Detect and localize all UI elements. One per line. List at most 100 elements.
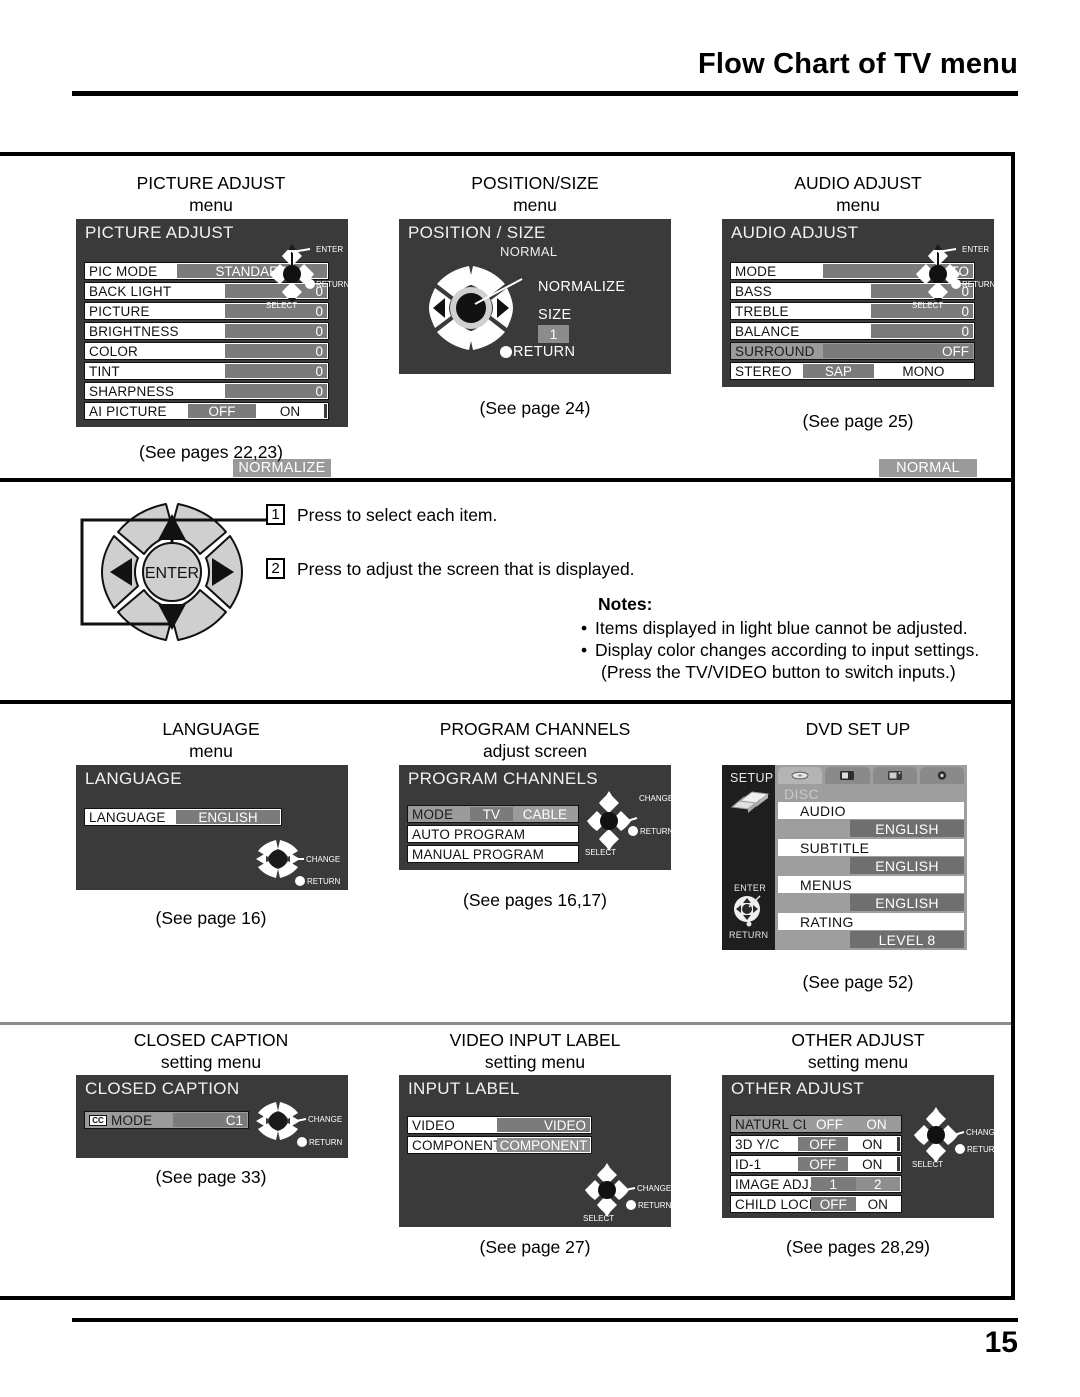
3d-yc-on[interactable]: ON — [847, 1137, 897, 1152]
row-naturl-clr[interactable]: NATURL CLR OFF ON — [730, 1115, 902, 1133]
program-mode-toggle[interactable]: TV CABLE — [470, 807, 577, 822]
child-lock-off[interactable]: OFF — [811, 1197, 856, 1212]
dvd-tab-video[interactable] — [872, 767, 917, 784]
row-child-lock[interactable]: CHILD LOCK OFF ON — [730, 1195, 902, 1213]
dvd-row-menus[interactable]: MENUS — [778, 876, 964, 893]
dpad-dvd[interactable] — [730, 895, 764, 927]
image-adj-1[interactable]: 1 — [811, 1177, 856, 1192]
dvd-tab-disc[interactable] — [778, 767, 823, 784]
dpad-closed-caption[interactable]: CHANGE RETURN — [254, 1099, 346, 1151]
dvd-row-subtitle[interactable]: SUBTITLE — [778, 839, 964, 856]
row-color-value: 0 — [225, 344, 327, 359]
dvd-tab-display[interactable] — [825, 767, 870, 784]
stereo-toggle[interactable]: SAP MONO — [803, 364, 973, 379]
child-lock-on[interactable]: ON — [855, 1197, 900, 1212]
row-input-video[interactable]: VIDEO VIDEO — [407, 1116, 592, 1134]
stereo-sap[interactable]: SAP — [803, 364, 874, 379]
row-surround[interactable]: SURROUND OFF — [730, 342, 975, 360]
osd-title: PICTURE ADJUST — [85, 223, 234, 242]
ai-picture-on[interactable]: ON — [256, 404, 324, 419]
row-balance-value: 0 — [871, 324, 973, 339]
naturl-clr-toggle[interactable]: OFF ON — [806, 1117, 900, 1132]
position-size-normalize-label[interactable]: NORMALIZE — [538, 279, 625, 295]
row-input-component[interactable]: COMPONENT COMPONENT — [407, 1136, 592, 1154]
dpad-return-label: RETURN — [309, 1138, 343, 1147]
row-language[interactable]: LANGUAGE ENGLISH — [84, 808, 282, 826]
row-sharpness[interactable]: SHARPNESS 0 — [84, 382, 329, 400]
row-cc-mode[interactable]: CC MODE C1 — [84, 1111, 249, 1129]
dpad-input-label[interactable]: CHANGE RETURN SELECT — [581, 1161, 671, 1223]
position-size-return-label: RETURN — [513, 344, 576, 360]
stereo-mono[interactable]: MONO — [873, 364, 973, 379]
naturl-clr-off[interactable]: OFF — [806, 1117, 853, 1132]
position-size-osd: POSITION / SIZE NORMAL NORMALIZE SIZE 1 … — [399, 219, 671, 374]
image-adj-2[interactable]: 2 — [855, 1177, 900, 1192]
step-1-number: 1 — [266, 504, 285, 525]
row-3d-yc[interactable]: 3D Y/C OFF ON — [730, 1135, 902, 1153]
row-stereo[interactable]: STEREO SAP MONO — [730, 362, 975, 380]
3d-yc-toggle[interactable]: OFF ON — [798, 1137, 900, 1152]
row-manual-program[interactable]: MANUAL PROGRAM — [407, 845, 579, 863]
dvd-row-subtitle-value: ENGLISH — [850, 857, 964, 874]
position-size-size-label: SIZE — [538, 307, 572, 323]
dpad-position-size[interactable] — [427, 264, 537, 354]
dpad-other-adjust[interactable]: CHANGE RETURN SELECT — [910, 1103, 994, 1171]
program-mode-cable[interactable]: CABLE — [512, 807, 577, 822]
row-surround-value: OFF — [823, 344, 973, 359]
dpad-change-label: CHANGE — [306, 855, 340, 864]
row-input-component-value: COMPONENT — [497, 1138, 590, 1153]
row-program-mode[interactable]: MODE TV CABLE — [407, 805, 579, 823]
ai-picture-off[interactable]: OFF — [188, 404, 256, 419]
row-tint[interactable]: TINT 0 — [84, 362, 329, 380]
dpad-return-label: RETURN — [307, 877, 341, 886]
dpad-program-channels[interactable]: CHANGE RETURN SELECT — [583, 787, 671, 859]
row-ai-picture[interactable]: AI PICTURE OFF ON — [84, 402, 329, 420]
dpad-change-label: CHANGE — [639, 794, 671, 803]
osd-title: CLOSED CAPTION — [85, 1079, 240, 1098]
dpad-language[interactable]: CHANGE RETURN — [254, 837, 346, 887]
dpad-picture-adjust[interactable]: ENTER RETURN SELECT — [266, 240, 348, 312]
dvd-row-menus-value: ENGLISH — [850, 894, 964, 911]
closed-caption-osd: CLOSED CAPTION CC MODE C1 CHANGE RETURN — [76, 1075, 348, 1158]
audio-adjust-caption: AUDIO ADJUST menu — [794, 173, 922, 215]
dvd-setup-osd: SETUP ENTER RETURN DISC AUDIO ENGLISH SU… — [722, 765, 967, 950]
section-divider-1 — [0, 478, 1011, 482]
osd-title: POSITION / SIZE — [408, 223, 546, 242]
dvd-sidebar: SETUP ENTER RETURN — [722, 765, 775, 950]
dpad-select-label: SELECT — [912, 301, 943, 310]
id-1-toggle[interactable]: OFF ON — [798, 1157, 900, 1172]
image-adj-toggle[interactable]: 1 2 — [811, 1177, 900, 1192]
ai-picture-toggle[interactable]: OFF ON — [188, 404, 327, 419]
dvd-row-rating-value: LEVEL 8 — [850, 931, 964, 948]
child-lock-toggle[interactable]: OFF ON — [811, 1197, 900, 1212]
id-1-on[interactable]: ON — [847, 1157, 897, 1172]
dvd-tab-audio[interactable] — [919, 767, 964, 784]
dpad-audio-adjust[interactable]: ENTER RETURN SELECT — [912, 240, 994, 312]
id-1-off[interactable]: OFF — [798, 1157, 848, 1172]
program-channels-see-page: (See pages 16,17) — [463, 890, 607, 910]
position-size-size-value: 1 — [538, 325, 569, 343]
row-image-adj[interactable]: IMAGE ADJ. 1 2 — [730, 1175, 902, 1193]
row-brightness[interactable]: BRIGHTNESS 0 — [84, 322, 329, 340]
3d-yc-off[interactable]: OFF — [798, 1137, 848, 1152]
osd-title: PROGRAM CHANNELS — [408, 769, 598, 788]
toggle-tick — [324, 404, 327, 418]
row-color[interactable]: COLOR 0 — [84, 342, 329, 360]
row-sharpness-value: 0 — [225, 384, 327, 399]
row-auto-program[interactable]: AUTO PROGRAM — [407, 825, 579, 843]
picture-adjust-see-page: (See pages 22,23) — [139, 442, 283, 462]
dvd-row-rating[interactable]: RATING — [778, 913, 964, 930]
dvd-setup-caption: DVD SET UP — [805, 719, 911, 739]
dvd-row-audio[interactable]: AUDIO — [778, 802, 964, 819]
note-sub-text: (Press the TV/VIDEO button to switch inp… — [601, 662, 956, 682]
dvd-tab-bar[interactable] — [778, 767, 964, 784]
row-balance[interactable]: BALANCE 0 — [730, 322, 975, 340]
dvd-enter-label: ENTER — [734, 883, 767, 893]
audio-adjust-see-page: (See page 25) — [802, 411, 914, 431]
step-2-text: Press to adjust the screen that is displ… — [297, 559, 635, 579]
row-id-1[interactable]: ID-1 OFF ON — [730, 1155, 902, 1173]
audio-normalize-button[interactable]: NORMAL — [879, 459, 977, 477]
program-mode-tv[interactable]: TV — [470, 807, 513, 822]
dpad-select-label: SELECT — [912, 1160, 943, 1169]
naturl-clr-on[interactable]: ON — [853, 1117, 900, 1132]
